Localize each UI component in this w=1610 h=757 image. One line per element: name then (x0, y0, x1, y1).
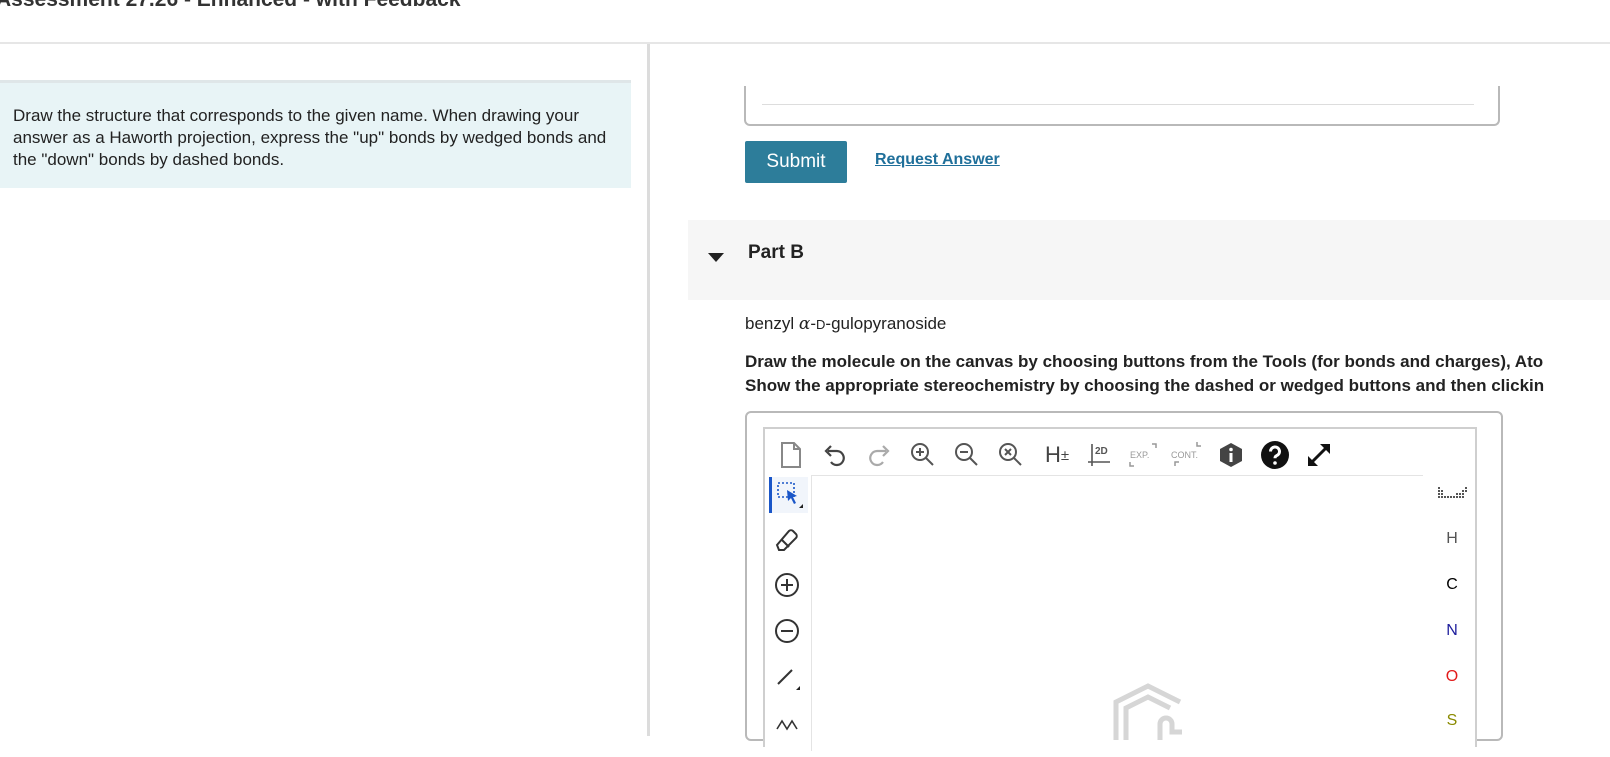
atom-h-label: H (1446, 530, 1458, 547)
compound-suffix: -gulopyranoside (825, 314, 947, 333)
left-pane: Draw the structure that corresponds to t… (0, 44, 648, 736)
compound-name: benzyl α-D-gulopyranoside (745, 314, 946, 334)
chain-icon[interactable] (769, 703, 805, 739)
zoom-out-icon[interactable] (949, 437, 985, 473)
request-answer-link[interactable]: Request Answer (875, 151, 1000, 169)
atom-h-button[interactable]: H (1429, 521, 1475, 557)
compound-config: D (816, 317, 826, 332)
atom-palette: H C N O S (1429, 477, 1475, 757)
pane-divider[interactable] (647, 44, 650, 736)
positive-charge-icon[interactable] (769, 567, 805, 603)
redo-icon[interactable] (861, 437, 897, 473)
select-tool-icon[interactable] (769, 477, 808, 513)
periodic-table-icon[interactable] (1429, 477, 1475, 513)
fullscreen-icon[interactable] (1301, 437, 1337, 473)
top-header: Assessment 27.26 - Enhanced - with Feedb… (0, 0, 1610, 44)
atom-o-label: O (1445, 668, 1459, 685)
instructions-panel: Draw the structure that corresponds to t… (0, 80, 631, 188)
drawing-canvas[interactable] (811, 475, 1423, 751)
info-icon[interactable] (1213, 437, 1249, 473)
part-a-answer-inner (762, 86, 1474, 105)
help-icon[interactable] (1257, 437, 1293, 473)
sketcher-left-tools (765, 477, 809, 757)
hydrogen-toggle-sign: ± (1060, 446, 1070, 464)
drawing-directions: Draw the molecule on the canvas by choos… (745, 350, 1544, 398)
atom-n-button[interactable]: N (1429, 613, 1475, 649)
undo-icon[interactable] (817, 437, 853, 473)
sketcher-toolbar: H ± 2D EXP. CONT. (773, 437, 1373, 477)
clean-2d-label: 2D (1095, 446, 1108, 457)
zoom-reset-icon[interactable] (993, 437, 1029, 473)
submit-button[interactable]: Submit (745, 141, 847, 183)
compound-prefix: benzyl (745, 314, 799, 333)
hydrogen-toggle-label: H (1044, 442, 1061, 467)
zoom-in-icon[interactable] (905, 437, 941, 473)
eraser-icon[interactable] (769, 521, 805, 557)
atom-c-button[interactable]: C (1429, 567, 1475, 603)
contract-label: CONT. (1171, 450, 1198, 460)
expand-icon[interactable]: EXP. (1125, 437, 1161, 473)
hydrogen-toggle-icon[interactable]: H ± (1037, 437, 1077, 473)
atom-s-button[interactable]: S (1429, 703, 1475, 739)
atom-o-button[interactable]: O (1429, 659, 1475, 695)
directions-line-2: Show the appropriate stereochemistry by … (745, 376, 1545, 395)
part-b-header[interactable]: Part B (688, 220, 1610, 300)
new-document-icon[interactable] (773, 437, 809, 473)
atom-s-label: S (1446, 712, 1458, 729)
instructions-text: Draw the structure that corresponds to t… (13, 106, 607, 169)
expand-label: EXP. (1130, 450, 1149, 460)
single-bond-icon[interactable] (769, 659, 805, 695)
collapse-caret-icon[interactable] (708, 253, 724, 262)
clean-2d-icon[interactable]: 2D (1081, 437, 1117, 473)
atom-c-label: C (1446, 576, 1458, 593)
negative-charge-icon[interactable] (769, 613, 805, 649)
contract-icon[interactable]: CONT. (1169, 437, 1205, 473)
molecule-sketcher: H ± 2D EXP. CONT. H C N O S (763, 427, 1477, 751)
directions-line-1: Draw the molecule on the canvas by choos… (745, 352, 1544, 371)
sketcher-watermark-icon (1113, 683, 1182, 740)
part-b-title: Part B (748, 242, 804, 263)
atom-n-label: N (1446, 622, 1458, 639)
page-title: Assessment 27.26 - Enhanced - with Feedb… (0, 0, 461, 12)
molecule-sketcher-frame: H ± 2D EXP. CONT. H C N O S (745, 411, 1503, 751)
compound-alpha: α (798, 314, 811, 334)
part-a-answer-box (744, 86, 1500, 126)
